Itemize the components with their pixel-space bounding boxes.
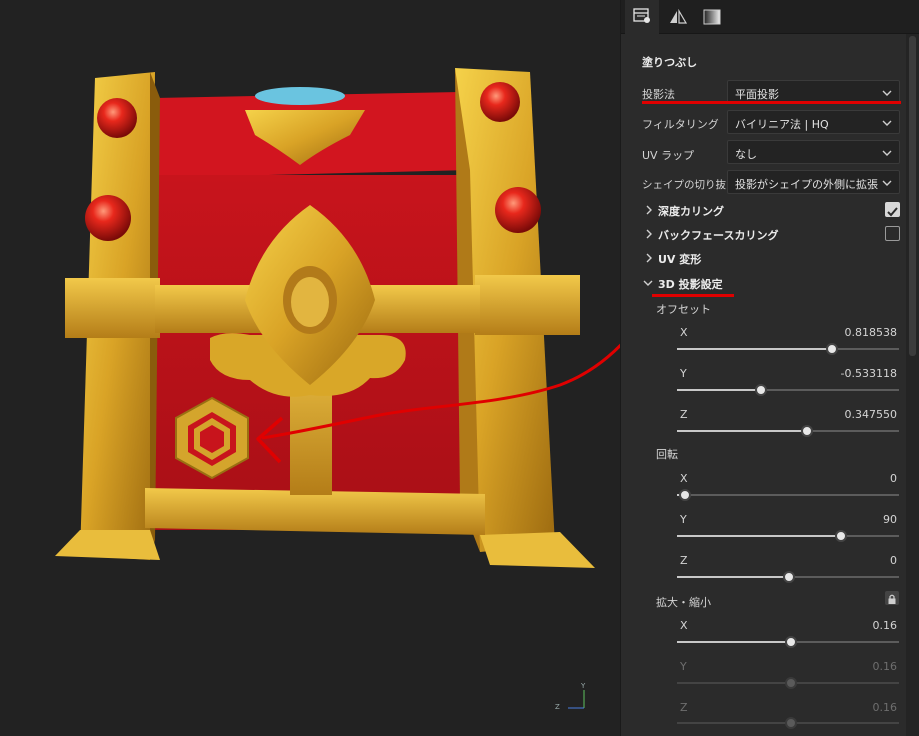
offset-z-value[interactable]: 0.347550 [817,408,898,421]
scale-x-label: X [680,619,688,632]
scale-y-slider [677,677,899,689]
chevron-down-icon[interactable] [643,278,653,288]
rotation-z-label: Z [680,554,688,567]
rotation-z-value[interactable]: 0 [817,554,897,567]
tab-gradient[interactable] [695,0,729,34]
uv-wrap-label: UV ラップ [642,149,695,162]
chevron-down-icon [882,90,892,96]
scale-x-slider[interactable] [677,636,899,648]
gradient-icon [703,9,721,25]
chevron-right-icon[interactable] [644,205,654,215]
lock-icon [888,594,896,604]
rotation-z-slider[interactable] [677,571,899,583]
axis-y-label: Y [581,682,586,690]
offset-z-slider[interactable] [677,425,899,437]
uv-transform-label[interactable]: UV 変形 [658,251,701,267]
offset-z-label: Z [680,408,688,421]
backface-culling-label[interactable]: バックフェースカリング [658,227,778,243]
scale-x-value[interactable]: 0.16 [817,619,898,632]
rotation-y-value[interactable]: 90 [817,513,897,526]
uv-wrap-value: なし [735,148,757,161]
offset-label: オフセット [656,303,711,316]
scale-label: 拡大・縮小 [656,596,711,609]
uv-wrap-dropdown[interactable]: なし [727,140,900,164]
projection-label: 投影法 [642,88,675,101]
depth-culling-checkbox[interactable] [885,202,900,217]
projection-value: 平面投影 [735,88,779,101]
scale-y-value: 0.16 [872,660,898,673]
rotation-label: 回転 [656,448,678,461]
offset-y-slider[interactable] [677,384,899,396]
annotation-underline-projection [642,101,901,104]
offset-y-value[interactable]: -0.533118 [817,367,897,380]
symmetry-icon [670,9,687,24]
chevron-down-icon [882,120,892,126]
rotation-y-label: Y [680,513,687,526]
scale-lock-button[interactable] [885,591,899,605]
projection-3d-label[interactable]: 3D 投影設定 [658,276,723,292]
panel-scrollbar-thumb[interactable] [909,36,916,356]
filtering-label: フィルタリング [642,118,719,131]
chevron-down-icon [882,180,892,186]
tab-symmetry[interactable] [661,0,695,34]
rotation-x-label: X [680,472,688,485]
offset-x-label: X [680,326,688,339]
chevron-right-icon[interactable] [644,229,654,239]
3d-viewport[interactable]: Y Z [0,0,620,736]
treasure-chest-model [55,68,620,568]
rotation-x-value[interactable]: 0 [817,472,897,485]
section-title-fill: 塗りつぶし [642,56,698,69]
backface-culling-checkbox[interactable] [885,226,900,241]
app-root: Y Z 塗りつぶし 投影法 平面投影 フィルタリング バイリニア法 | HQ U… [0,0,919,736]
tab-fill-properties[interactable] [625,0,659,34]
offset-x-value[interactable]: 0.818538 [817,326,898,339]
shape-crop-value: 投影がシェイプの外側に拡張 [735,178,878,191]
fill-properties-icon [633,8,650,23]
rotation-y-slider[interactable] [677,530,899,542]
axis-z-label: Z [555,703,560,711]
panel-tab-bar [621,0,919,34]
annotation-underline-3d [652,294,734,297]
check-icon [887,207,898,217]
scale-z-value: 0.16 [872,701,898,714]
offset-x-slider[interactable] [677,343,899,355]
axis-gizmo: Y Z [550,682,590,716]
filtering-value: バイリニア法 | HQ [735,118,829,131]
scale-y-label: Y [680,660,687,673]
rotation-x-slider[interactable] [677,489,899,501]
filtering-dropdown[interactable]: バイリニア法 | HQ [727,110,900,134]
offset-y-label: Y [680,367,687,380]
shape-crop-dropdown[interactable]: 投影がシェイプの外側に拡張 [727,170,900,194]
chevron-right-icon[interactable] [644,253,654,263]
scale-z-label: Z [680,701,688,714]
shape-crop-label: シェイプの切り抜き [642,179,737,191]
scale-z-slider [677,717,899,729]
depth-culling-label[interactable]: 深度カリング [658,203,724,219]
chevron-down-icon [882,150,892,156]
